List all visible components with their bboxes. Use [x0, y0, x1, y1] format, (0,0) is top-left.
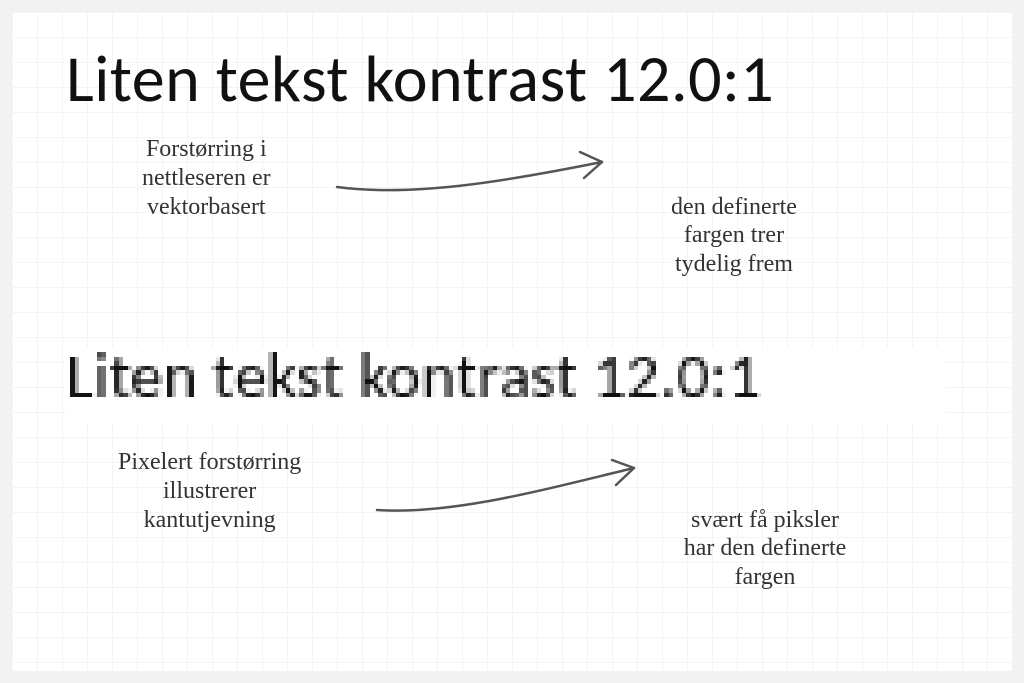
note-bottom-left: Pixelert forstørring illustrerer kantutj…: [118, 448, 301, 534]
arrow-top: [332, 142, 622, 222]
diagram-canvas: Liten tekst kontrast 12.0:1 Forstørring …: [12, 12, 1012, 671]
note-top-left: Forstørring i nettleseren er vektorbaser…: [142, 135, 271, 221]
balloon-bottom-right: svært få piksler har den definerte farge…: [648, 436, 882, 542]
heading-pixelated: [66, 348, 946, 424]
balloon-top-right: den definerte fargen trer tydelig frem: [634, 123, 834, 229]
arrow-bottom: [372, 450, 652, 540]
balloon-bottom-right-text: svært få piksler har den definerte farge…: [684, 507, 847, 591]
balloon-top-right-text: den definerte fargen trer tydelig frem: [671, 194, 797, 278]
heading-vector: Liten tekst kontrast 12.0:1: [66, 38, 774, 119]
